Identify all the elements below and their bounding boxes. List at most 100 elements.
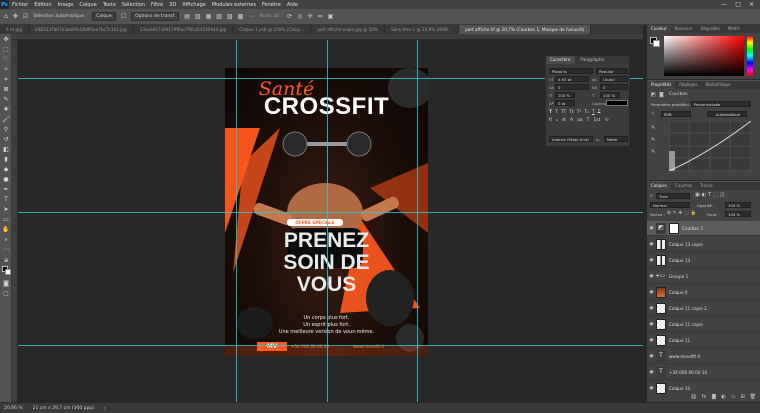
align-middle-icon[interactable]: ▥ [195,13,201,20]
new-group-icon[interactable]: ▭ [731,394,736,402]
menu-selection[interactable]: Sélection [119,2,148,8]
move-tool-icon[interactable]: ✥ [13,13,18,20]
quick-mask-icon[interactable]: ◙ [2,280,10,288]
transform-controls-toggle[interactable]: Options de transf. [131,12,180,21]
menu-aide[interactable]: Aide [284,2,301,8]
tab-couleur[interactable]: Couleur [647,25,671,33]
minimize-icon[interactable]: — [721,1,727,8]
new-layer-icon[interactable]: ⊞ [740,394,744,402]
lock-icons[interactable]: ⊞✎✥⬚🔒 [667,211,698,216]
brush-tool-icon[interactable]: 🖌 [2,116,10,124]
layer-row[interactable]: ◉ T www.movefit.fr [647,349,760,364]
align-right-icon[interactable]: ▩ [238,13,244,20]
menu-edition[interactable]: Edition [31,2,54,8]
tab-proprietes[interactable]: Propriétés [647,81,676,89]
more-options-icon[interactable]: ⋯ [248,13,254,20]
new-adjustment-icon[interactable]: ◐ [721,394,725,402]
font-size-field[interactable]: 4,92 pt [555,76,589,82]
language-select[interactable]: Anglais (Etats-Unis) [549,136,593,142]
doc-tab[interactable]: port affiche copie.jpg @ 20% [311,25,385,34]
doc-tab[interactable]: 6483337b87b3ab69c58d95ea7bc7c162.jpg [28,25,134,34]
ordinals-button[interactable]: 1st [593,118,600,123]
menu-fichier[interactable]: Fichier [9,2,31,8]
tracking-field[interactable]: 0 [600,84,628,90]
opacity-field[interactable]: 100 % [725,202,751,208]
preset-select[interactable]: Personnalisée [691,101,751,107]
visibility-eye-icon[interactable]: ◉ [647,386,656,391]
menu-fenetre[interactable]: Fenêtre [259,2,284,8]
targeted-adjust-icon[interactable]: ☝ [651,111,654,117]
checkbox-icon[interactable]: ☑ [23,13,28,20]
link-layers-icon[interactable]: ⛓ [690,394,696,402]
screen-mode-icon[interactable]: ▢ [2,290,10,298]
font-family-select[interactable]: Poppins [549,68,593,74]
doc-tab[interactable]: Sans titre-1 @ 23,9% (RVB/... [384,25,460,34]
home-icon[interactable]: ⌂ [4,13,8,20]
fractions-button[interactable]: ½ [604,118,608,123]
history-brush-icon[interactable]: ↺ [2,136,10,144]
ligature-button[interactable]: fi [549,118,552,123]
alt-ligature-button[interactable]: ℴ [556,118,558,123]
3d-scale-icon[interactable]: ▣ [328,13,334,20]
background-color-swatch[interactable] [5,269,11,275]
healing-brush-icon[interactable]: ✚ [2,106,10,114]
menu-calque[interactable]: Calque [76,2,99,8]
visibility-eye-icon[interactable]: ◉ [647,354,656,359]
channel-select[interactable]: RVB [661,111,691,117]
small-caps-button[interactable]: Tt [569,110,574,115]
status-arrow-icon[interactable]: › [104,406,106,411]
align-center-icon[interactable]: ▨ [227,13,233,20]
menu-image[interactable]: Image [55,2,77,8]
checkbox-icon[interactable]: ☐ [121,13,126,20]
baseline-shift-field[interactable]: 0 pt [555,100,575,106]
blur-tool-icon[interactable]: ◆ [2,166,10,174]
tab-traces[interactable]: Tracés [696,182,717,190]
color-bg-swatch[interactable] [653,40,660,47]
photoshop-logo[interactable]: Ps [0,0,9,9]
faux-italic-button[interactable]: T [555,110,558,115]
guide-vertical[interactable] [236,40,237,402]
layer-row[interactable]: ◉ Calque 11 copie 2 [647,301,760,316]
artboard-tool-icon[interactable]: ⬚ [2,46,10,54]
visibility-eye-icon[interactable]: ◉ [647,242,656,247]
document-size[interactable]: 21 cm x 29,7 cm (300 ppp) [33,406,94,411]
doc-tab-active[interactable]: port affiche.tif @ 20,7% (Courbes 1, Mas… [459,25,592,34]
blend-mode-select[interactable]: Normal [650,202,690,208]
auto-button[interactable]: Automatique [707,111,747,117]
frame-tool-icon[interactable]: ⊠ [2,86,10,94]
visibility-eye-icon[interactable]: ◉ [647,290,656,295]
curves-graph[interactable] [669,121,751,171]
eyedropper-white-icon[interactable]: ✎ [651,149,655,155]
layer-row[interactable]: ◉ Calque 11 [647,333,760,348]
kerning-field[interactable]: 0 [555,84,589,90]
close-icon[interactable]: ✕ [749,1,754,8]
gradient-tool-icon[interactable]: ▮ [2,156,10,164]
dodge-tool-icon[interactable]: ● [2,176,10,184]
hand-tool-icon[interactable]: ✋ [2,226,10,234]
menu-3d[interactable]: 3D [166,2,179,8]
menu-modules-externes[interactable]: Modules externes [209,2,259,8]
underline-button[interactable]: T [592,110,595,115]
eraser-tool-icon[interactable]: ◧ [2,146,10,154]
menu-texte[interactable]: Texte [100,2,119,8]
delete-layer-icon[interactable]: 🗑 [750,394,756,402]
antialias-select[interactable]: Nette [604,136,628,142]
tab-motifs[interactable]: Motifs [724,25,744,33]
default-colors-icon[interactable]: ◪ [2,256,10,264]
3d-pan-icon[interactable]: ✣ [308,13,313,20]
visibility-eye-icon[interactable]: ◉ [647,274,656,279]
tab-nuancier[interactable]: Nuancier [671,25,697,33]
superscript-button[interactable]: T¹ [577,110,582,115]
color-picker-field[interactable] [664,36,744,76]
tab-calques[interactable]: Calques [647,182,671,190]
doc-tab[interactable]: Calque 1.psb @ 100% (Calqu... [233,25,312,34]
3d-slide-icon[interactable]: ⇔ [318,13,323,20]
layer-row[interactable]: ◉ ◩ Courbes 1 [647,221,760,236]
rectangle-tool-icon[interactable]: ▭ [2,216,10,224]
visibility-eye-icon[interactable]: ◉ [647,258,656,263]
mask-icon[interactable]: ◙ [659,92,664,98]
crop-tool-icon[interactable]: ⌗ [2,76,10,84]
tab-bibliotheque[interactable]: Bibliothèque [701,81,734,89]
align-bottom-icon[interactable]: ▦ [206,13,212,20]
text-color-swatch[interactable] [606,100,628,106]
